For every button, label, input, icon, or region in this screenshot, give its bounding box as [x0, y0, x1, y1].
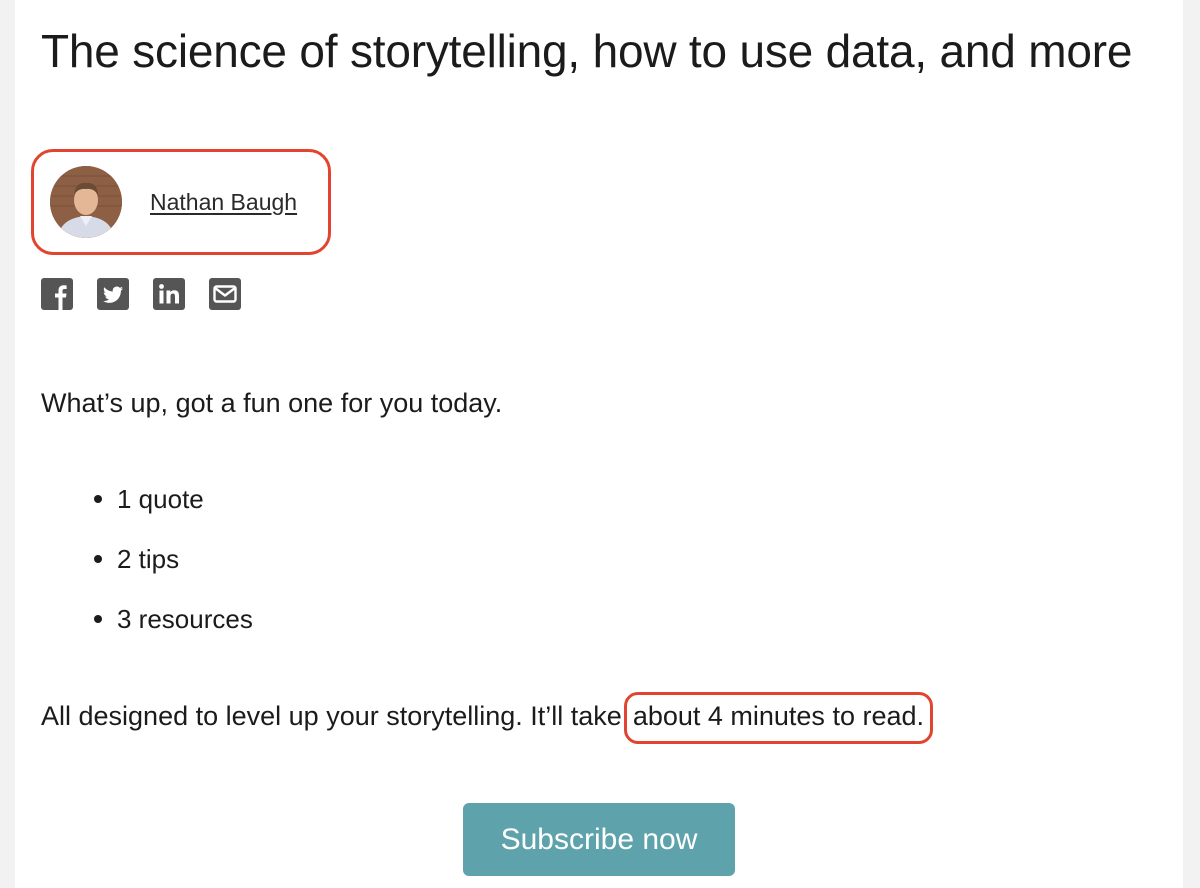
list-item: 3 resources [41, 600, 253, 660]
linkedin-icon[interactable] [153, 278, 185, 310]
author-avatar[interactable] [50, 166, 122, 238]
share-icons [41, 278, 241, 310]
author-name-link[interactable]: Nathan Baugh [150, 188, 297, 216]
email-icon[interactable] [209, 278, 241, 310]
post-title: The science of storytelling, how to use … [41, 25, 1133, 77]
summary-lead: All designed to level up your storytelli… [41, 701, 622, 731]
newsletter-page: The science of storytelling, how to use … [15, 0, 1183, 888]
facebook-icon[interactable] [41, 278, 73, 310]
list-item: 1 quote [41, 480, 253, 540]
list-item: 2 tips [41, 540, 253, 600]
summary-text: All designed to level up your storytelli… [41, 692, 933, 744]
reading-time-highlight: about 4 minutes to read. [623, 692, 933, 744]
intro-text: What’s up, got a fun one for you today. [41, 388, 503, 418]
twitter-icon[interactable] [97, 278, 129, 310]
bullet-list: 1 quote 2 tips 3 resources [41, 480, 253, 660]
subscribe-button[interactable]: Subscribe now [463, 803, 735, 876]
